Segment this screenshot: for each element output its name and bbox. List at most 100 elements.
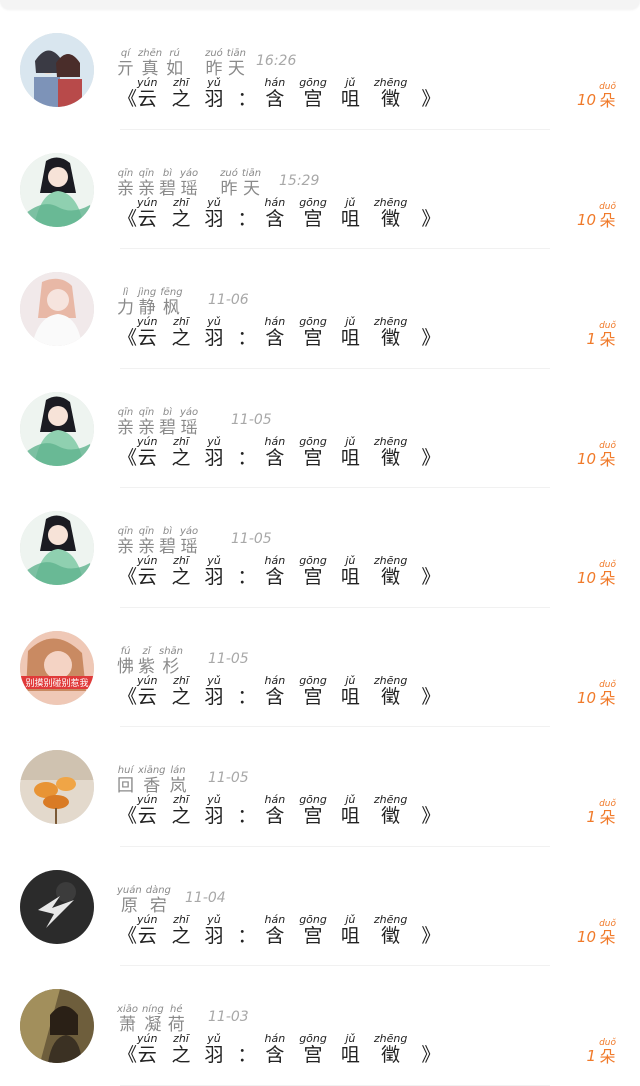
commenter-name[interactable]: qīn 亲 qīn 亲 bì 碧 yáo 瑶 zuó 昨 tiān 天 xyxy=(117,168,265,199)
hanzi: 徵 xyxy=(381,88,401,110)
pinyin: lì xyxy=(122,287,129,298)
flower-count: 10 duǒ 朵 xyxy=(577,560,616,588)
hanzi: 咀 xyxy=(340,924,360,947)
work-title[interactable]: 《 yún 云 zhī 之 yǔ 羽： hán 含 gōng 宫 jǔ 咀 zhēng 徵》 xyxy=(118,77,440,110)
hanzi: 含 xyxy=(265,685,285,708)
work-title[interactable]: 《 yún 云 zhī 之 yǔ 羽： hán 含 gōng 宫 jǔ 咀 zhēng 徵》 xyxy=(118,197,440,230)
comment-row[interactable]: yuán 原 dàng 宕 11-04 《 yún 云 zhī 之 yǔ 羽： hán 含 gōng 宫 jǔ 咀… xyxy=(0,847,640,966)
title-char: yún 云 xyxy=(137,77,157,110)
work-title[interactable]: 《 yún 云 zhī 之 yǔ 羽： hán 含 gōng 宫 jǔ 咀 zhēng 徵》 xyxy=(118,675,440,708)
comment-row[interactable]: lì 力 jìng 静 fēng 枫 11-06 《 yún 云 zhī 之 yǔ 羽 ： hán 含 gōng 宫… xyxy=(0,249,640,369)
comment-time: 11-05 xyxy=(231,531,272,547)
hanzi: 云 xyxy=(137,805,157,827)
comment-row[interactable]: xiāo 萧 níng 凝 hé 荷 11-03 《 yún 云 zhī 之 yǔ 羽： hán 含 gōng 宫… xyxy=(0,966,640,1086)
name-char: shān 杉 xyxy=(159,646,183,677)
pinyin: yǔ xyxy=(207,195,221,209)
work-title[interactable]: 《 yún 云 zhī 之 yǔ 羽： hán 含 gōng 宫 jǔ 咀 zhēng 徵》 xyxy=(118,436,440,469)
title-char: zhēng 徵 xyxy=(374,197,407,230)
pinyin: gōng xyxy=(299,195,327,209)
title-char: yǔ 羽 xyxy=(204,1033,223,1066)
anime-girl-green-avatar[interactable] xyxy=(20,391,94,466)
comment-row[interactable]: qīn 亲 qīn 亲 bì 碧 yáo 瑶 zuó 昨 tiān 天 15:29 《 yún 云 zhī 之 yǔ… xyxy=(0,130,640,249)
title-char: yǔ 羽 xyxy=(204,555,223,588)
pinyin: yún xyxy=(137,793,158,806)
girl-white-avatar[interactable] xyxy=(20,272,94,346)
comment-row[interactable]: qīn 亲 qīn 亲 bì 碧 yáo 瑶 11-05 《 yún 云 zhī 之 yǔ 羽： hán 含 gōn… xyxy=(0,488,640,608)
pinyin: yáo xyxy=(180,167,199,179)
title-char: zhēng 徵 xyxy=(374,436,407,469)
commenter-name[interactable]: yuán 原 dàng 宕 xyxy=(117,885,175,916)
pinyin: gōng xyxy=(299,912,327,926)
hanzi: 天 xyxy=(227,59,245,79)
name-char: qīn 亲 xyxy=(138,407,155,438)
lightning-dark-avatar[interactable] xyxy=(20,869,94,944)
commenter-name[interactable]: qīn 亲 qīn 亲 bì 碧 yáo 瑶 xyxy=(117,407,202,438)
anime-girl-green-avatar[interactable] xyxy=(20,511,94,585)
pinyin: hán xyxy=(264,315,286,328)
work-title[interactable]: 《 yún 云 zhī 之 yǔ 羽： hán 含 gōng 宫 jǔ 咀 zhēng 徵》 xyxy=(118,1033,440,1066)
title-close-quote: 》 xyxy=(421,805,441,827)
comment-time: 11-05 xyxy=(231,411,272,428)
pinyin: fēng xyxy=(160,287,183,298)
pinyin: zhī xyxy=(173,76,189,89)
title-char: yǔ 羽 xyxy=(204,914,223,947)
flower-count-number: 10 xyxy=(576,91,597,109)
name-char: lì 力 xyxy=(117,287,134,318)
pinyin: yún xyxy=(137,554,158,567)
pinyin: xiāo xyxy=(117,1004,138,1015)
title-colon: ： xyxy=(237,327,257,349)
vintage-woman-avatar[interactable] xyxy=(20,989,94,1063)
anime-girl-green-avatar[interactable] xyxy=(20,152,94,227)
name-char: fú 怫 xyxy=(117,646,134,677)
pinyin: zuó xyxy=(220,167,238,179)
commenter-name[interactable]: qí 亓 zhēn 真 rú 如 zuó 昨 tiān 天 xyxy=(117,48,250,79)
title-char: jǔ 咀 xyxy=(341,316,360,349)
hanzi: 之 xyxy=(171,566,191,588)
top-bar-edge xyxy=(0,0,640,9)
pinyin: hán xyxy=(264,76,286,89)
flower-count-number: 1 xyxy=(586,330,597,348)
title-char: hán 含 xyxy=(265,794,286,827)
flower-count: 10 duǒ 朵 xyxy=(577,680,616,708)
orange-flowers-avatar[interactable] xyxy=(20,750,94,824)
hanzi: 亲 xyxy=(117,537,134,557)
flower-count-number: 10 xyxy=(576,688,597,707)
work-title[interactable]: 《 yún 云 zhī 之 yǔ 羽： hán 含 gōng 宫 jǔ 咀 zhēng 徵》 xyxy=(118,555,440,588)
flower-unit: duǒ 朵 xyxy=(599,441,616,469)
hanzi: 之 xyxy=(171,207,191,230)
name-char: huí 回 xyxy=(117,765,134,796)
hanzi: 云 xyxy=(137,685,157,708)
pinyin: zhī xyxy=(173,195,189,209)
pinyin: qīn xyxy=(117,406,134,418)
pinyin: bì xyxy=(162,406,173,418)
comment-row[interactable]: 别摸别碰别惹我 fú 怫 zǐ 紫 shān 杉 11-05 《 yún 云 zhī 之 yǔ 羽 ： hán 含… xyxy=(0,608,640,727)
comment-row[interactable]: huí 回 xiāng 香 lán 岚 11-05 《 yún 云 zhī 之 yǔ 羽 ： hán 含 gōng… xyxy=(0,727,640,847)
pinyin: zhēng xyxy=(373,76,408,89)
flower-unit: duǒ 朵 xyxy=(599,321,616,349)
pinyin: yún xyxy=(137,1032,158,1045)
hanzi: 羽 xyxy=(204,566,224,588)
pinyin: shān xyxy=(159,645,184,657)
anime-couple-avatar[interactable] xyxy=(20,33,94,107)
pinyin: yún xyxy=(137,912,158,926)
title-char: zhēng 徵 xyxy=(374,794,407,827)
pinyin: jǔ xyxy=(345,76,356,89)
comment-time: 11-06 xyxy=(208,292,249,308)
commenter-name[interactable]: lì 力 jìng 静 fēng 枫 xyxy=(117,287,187,318)
commenter-name[interactable]: fú 怫 zǐ 紫 shān 杉 xyxy=(117,646,187,677)
pinyin: jǔ xyxy=(345,1032,356,1045)
day-char: tiān 天 xyxy=(242,168,261,199)
name-char: bì 碧 xyxy=(159,526,176,557)
commenter-name[interactable]: qīn 亲 qīn 亲 bì 碧 yáo 瑶 xyxy=(117,526,202,557)
work-title[interactable]: 《 yún 云 zhī 之 yǔ 羽： hán 含 gōng 宫 jǔ 咀 zhēng 徵》 xyxy=(118,316,440,349)
work-title[interactable]: 《 yún 云 zhī 之 yǔ 羽： hán 含 gōng 宫 jǔ 咀 zhēng 徵》 xyxy=(118,914,440,947)
title-open-quote: 《 xyxy=(118,327,138,349)
comment-row[interactable]: qí 亓 zhēn 真 rú 如 zuó 昨 tiān 天 16:26 《 yún 云 zhī 之 yǔ 羽 ： há… xyxy=(0,10,640,130)
woman-red-banner-avatar[interactable]: 别摸别碰别惹我 xyxy=(20,630,94,705)
commenter-name[interactable]: huí 回 xiāng 香 lán 岚 xyxy=(117,765,191,796)
comment-row[interactable]: qīn 亲 qīn 亲 bì 碧 yáo 瑶 11-05 《 yún 云 zhī 之 yǔ 羽： hán 含 gōn… xyxy=(0,369,640,488)
work-title[interactable]: 《 yún 云 zhī 之 yǔ 羽： hán 含 gōng 宫 jǔ 咀 zhēng 徵》 xyxy=(118,794,440,827)
commenter-name[interactable]: xiāo 萧 níng 凝 hé 荷 xyxy=(117,1004,189,1035)
flower-count: 1 duǒ 朵 xyxy=(587,1038,616,1066)
comment-time: 11-05 xyxy=(208,650,249,667)
